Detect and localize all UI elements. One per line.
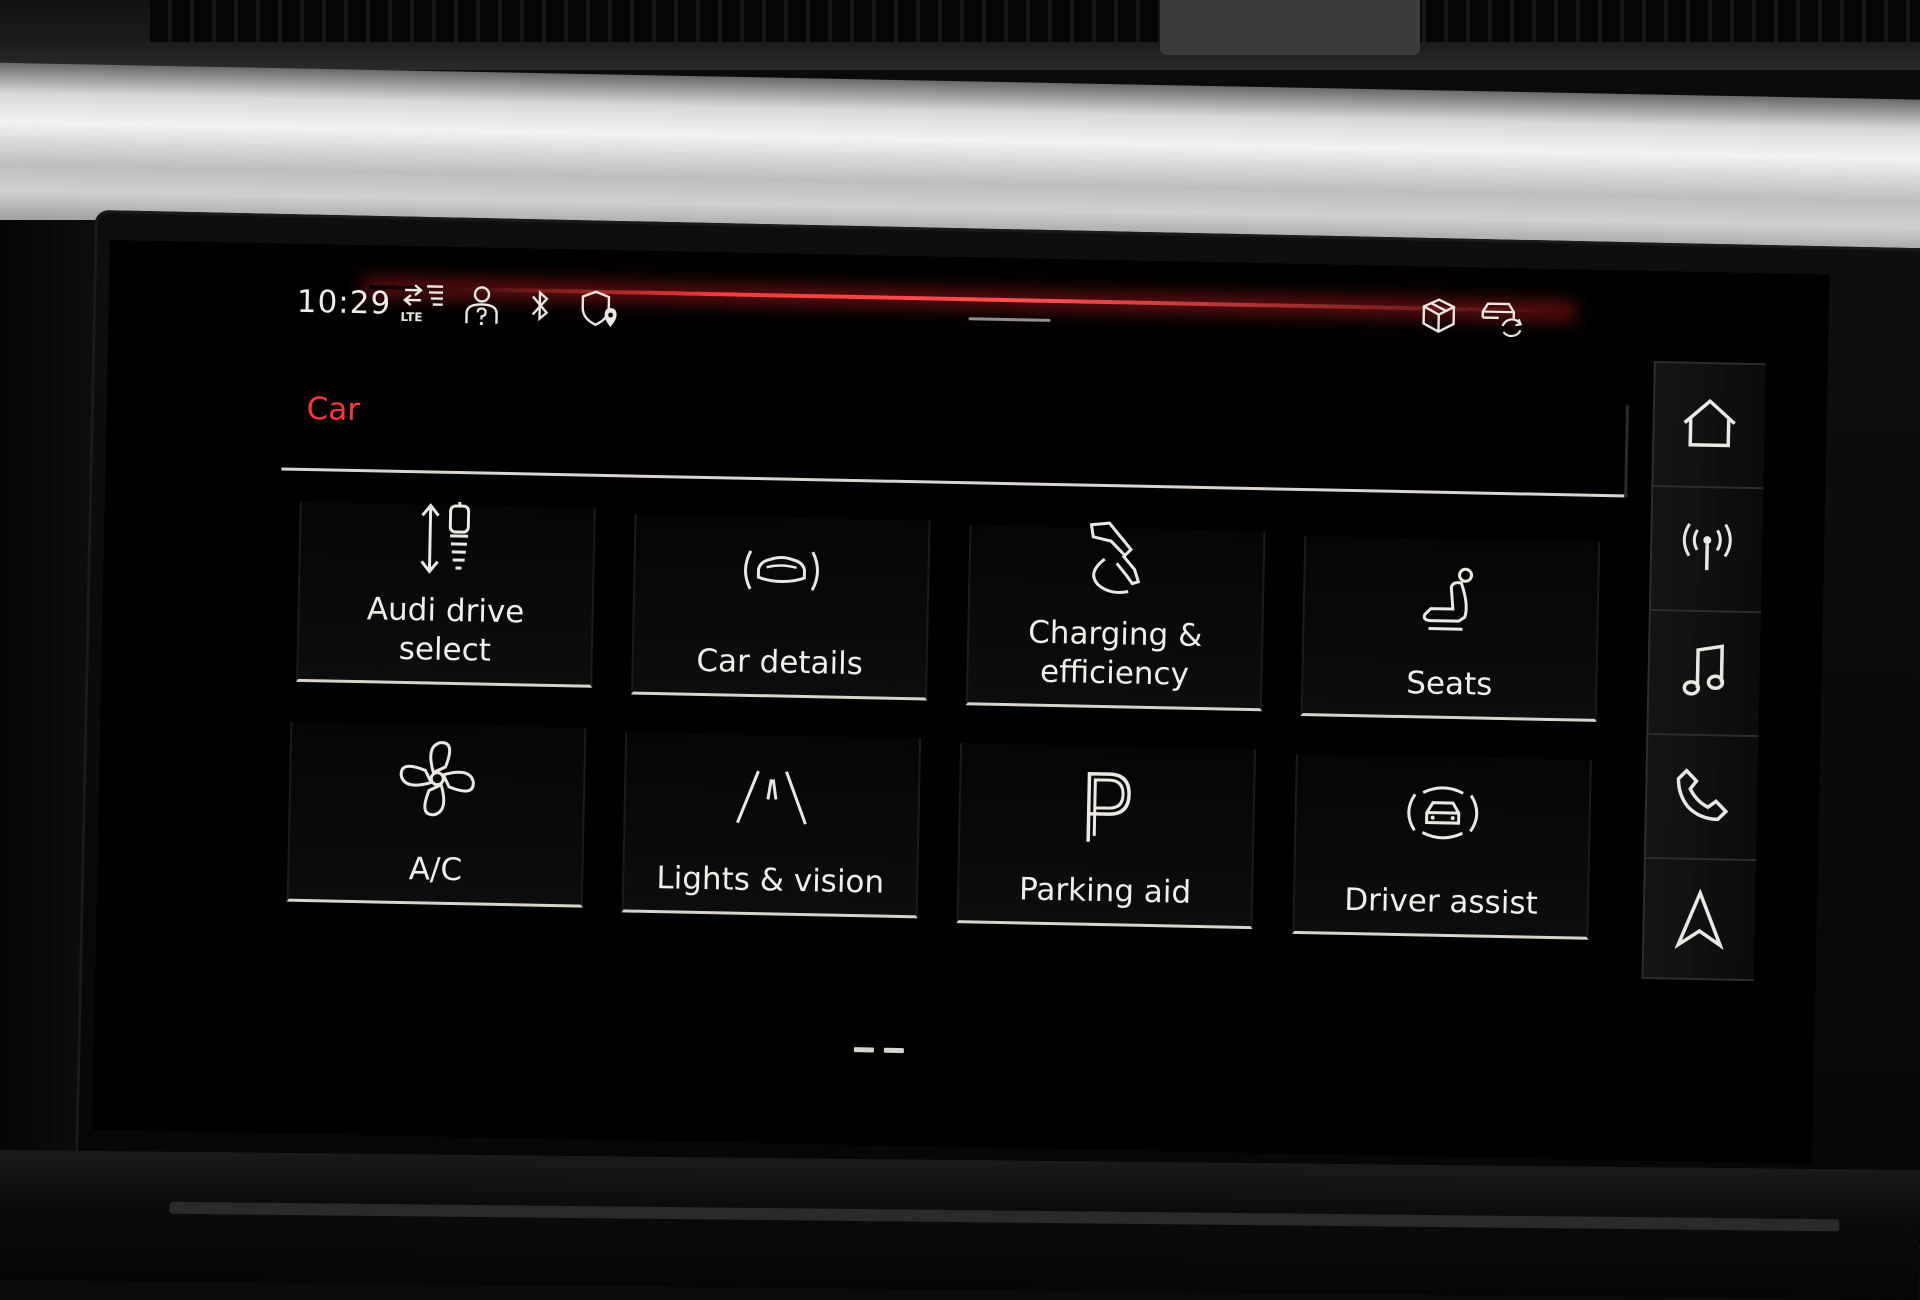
tile-label: Parking aid — [1018, 871, 1192, 911]
driver-assist-icon — [1400, 782, 1485, 848]
tile-label: A/C — [408, 851, 463, 889]
media-button[interactable] — [1648, 610, 1761, 738]
clock: 10:29 — [296, 283, 392, 322]
bluetooth-icon — [528, 286, 553, 324]
infotainment-screen: 10:29 LTE Car Audi drive select Car deta… — [92, 240, 1830, 1165]
tile-label: Driver assist — [1343, 881, 1539, 922]
page-dot[interactable] — [883, 1047, 904, 1054]
header-divider — [281, 467, 1628, 498]
tile-label: Seats — [1405, 665, 1493, 703]
lte-signal-icon: LTE — [398, 282, 449, 325]
music-icon — [1679, 642, 1730, 705]
home-icon — [1680, 397, 1739, 454]
tile-charging-efficiency[interactable]: Charging & efficiency — [965, 521, 1266, 712]
tile-label: Car details — [696, 642, 864, 683]
navigation-button[interactable] — [1643, 859, 1755, 983]
tile-seats[interactable]: Seats — [1300, 536, 1601, 722]
road-lights-icon — [729, 767, 814, 833]
tile-car-details[interactable]: Car details — [630, 514, 931, 701]
header-divider-end — [1624, 405, 1629, 498]
charging-plug-icon — [1076, 518, 1158, 608]
user-help-icon — [463, 285, 500, 328]
location-shield-icon — [578, 287, 623, 330]
fan-icon — [394, 736, 480, 826]
navigation-icon — [1674, 888, 1725, 954]
parking-icon — [1076, 768, 1138, 851]
radio-icon — [1678, 518, 1737, 581]
tile-label: Charging & efficiency — [1027, 614, 1203, 693]
svg-text:LTE: LTE — [400, 310, 422, 324]
tile-audi-drive-select[interactable]: Audi drive select — [296, 499, 596, 688]
tile-ac[interactable]: A/C — [286, 721, 587, 908]
page-dot-active[interactable] — [853, 1047, 874, 1053]
drive-select-icon — [411, 499, 483, 584]
home-button[interactable] — [1653, 363, 1766, 490]
tile-label: Audi drive select — [366, 591, 525, 669]
page-title: Car — [306, 390, 361, 429]
radio-button[interactable] — [1650, 487, 1764, 614]
package-icon[interactable] — [1420, 296, 1457, 335]
phone-button[interactable] — [1645, 734, 1759, 862]
car-sync-icon[interactable] — [1478, 295, 1523, 338]
car-details-icon — [736, 541, 827, 605]
seat-icon — [1418, 564, 1484, 645]
tile-parking-aid[interactable]: Parking aid — [956, 743, 1257, 930]
page-indicator[interactable] — [853, 1047, 904, 1054]
tile-driver-assist[interactable]: Driver assist — [1292, 753, 1592, 940]
tile-label: Lights & vision — [656, 860, 885, 901]
air-vent — [0, 0, 1920, 70]
tile-lights-vision[interactable]: Lights & vision — [621, 732, 922, 919]
drag-handle[interactable] — [968, 317, 1051, 322]
main-menu-rail — [1641, 361, 1766, 983]
lower-console — [0, 1150, 1920, 1300]
phone-icon — [1674, 767, 1731, 828]
